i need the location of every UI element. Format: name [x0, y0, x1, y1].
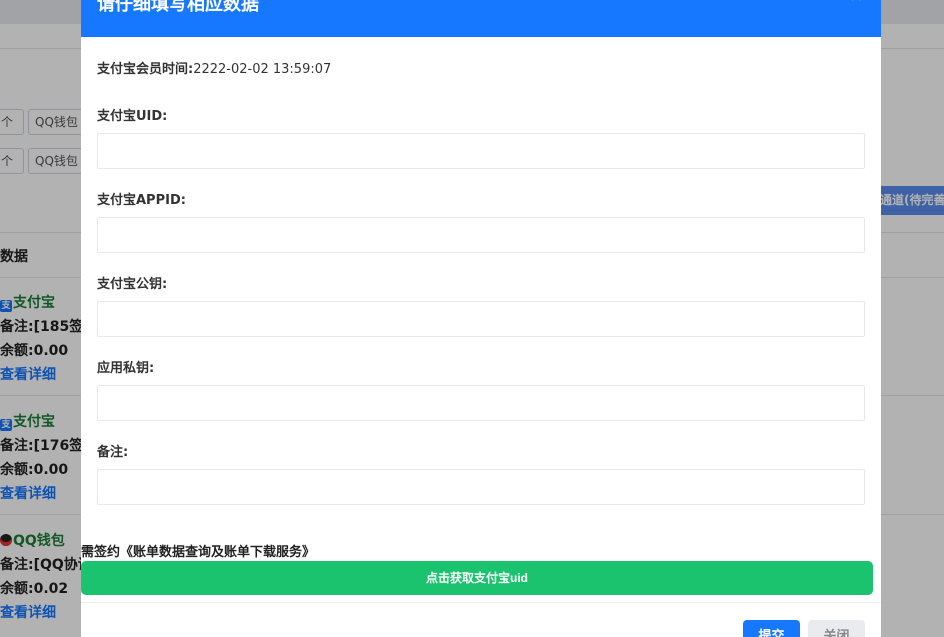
remark-input[interactable]	[97, 469, 865, 505]
data-entry-modal: 请仔细填写相应数据 × 支付宝会员时间:2222-02-02 13:59:07 …	[81, 0, 881, 637]
alipay-appid-label: 支付宝APPID:	[97, 193, 186, 208]
modal-header: 请仔细填写相应数据 ×	[81, 0, 881, 37]
member-time-value: 2222-02-02 13:59:07	[193, 62, 332, 77]
member-time-label: 支付宝会员时间:	[97, 62, 194, 77]
close-button[interactable]: 关闭	[808, 620, 865, 637]
modal-footer-divider	[81, 602, 881, 603]
remark-label: 备注:	[97, 445, 129, 460]
alipay-uid-label: 支付宝UID:	[97, 109, 168, 124]
signing-notice: 需签约《账单数据查询及账单下载服务》	[81, 545, 316, 560]
app-private-key-input[interactable]	[97, 385, 865, 421]
close-icon[interactable]: ×	[850, 0, 863, 5]
app-private-key-label: 应用私钥:	[97, 361, 155, 376]
alipay-uid-input[interactable]	[97, 133, 865, 169]
get-alipay-uid-button[interactable]: 点击获取支付宝uid	[81, 561, 873, 595]
alipay-public-key-label: 支付宝公钥:	[97, 277, 168, 292]
alipay-public-key-input[interactable]	[97, 301, 865, 337]
member-time-line: 支付宝会员时间:2222-02-02 13:59:07	[97, 58, 331, 77]
modal-title: 请仔细填写相应数据	[97, 0, 259, 15]
submit-button[interactable]: 提交	[743, 620, 800, 637]
alipay-appid-input[interactable]	[97, 217, 865, 253]
